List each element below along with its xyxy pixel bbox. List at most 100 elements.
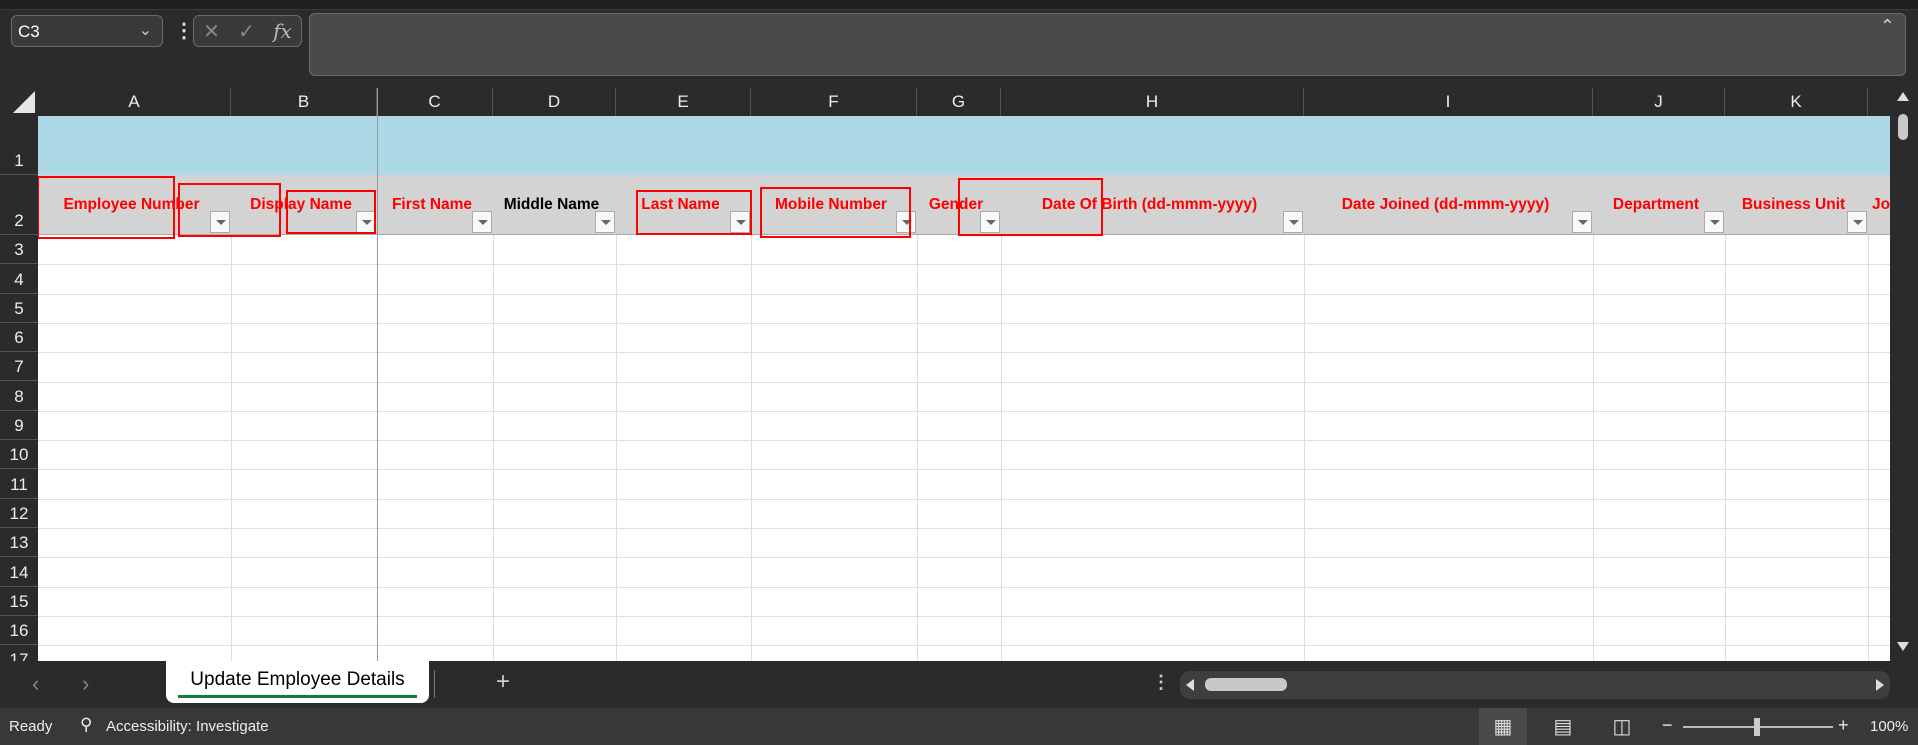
scroll-right-icon[interactable] xyxy=(1876,679,1884,691)
gridline xyxy=(751,235,752,661)
row-header-6[interactable]: 6 xyxy=(0,323,38,353)
scroll-up-icon[interactable] xyxy=(1897,92,1909,101)
gridline xyxy=(38,410,1890,412)
row-header-11[interactable]: 11 xyxy=(0,469,38,499)
highlight-box-f xyxy=(760,187,911,238)
column-header-d[interactable]: D xyxy=(493,88,616,116)
row-header-5[interactable]: 5 xyxy=(0,294,38,323)
filter-dropdown-j[interactable] xyxy=(1704,211,1724,233)
gridline xyxy=(38,528,1890,529)
filter-dropdown-c[interactable] xyxy=(472,211,492,233)
gridline xyxy=(1001,235,1002,661)
gridline xyxy=(38,440,1890,442)
title-band-row-1[interactable] xyxy=(38,116,1890,175)
gridline xyxy=(38,264,1890,266)
zoom-out-button[interactable]: − xyxy=(1662,715,1673,736)
column-header-i[interactable]: I xyxy=(1304,88,1593,116)
title-strip xyxy=(0,0,1918,10)
status-ready: Ready xyxy=(9,718,53,735)
gridline xyxy=(493,235,494,661)
gridline xyxy=(1304,235,1305,661)
header-cell-l[interactable]: Jo xyxy=(1868,175,1890,235)
gridline xyxy=(38,645,1890,647)
row-header-17[interactable]: 17 xyxy=(0,645,38,661)
name-box[interactable]: C3 ⌄ xyxy=(11,15,163,47)
name-box-value: C3 xyxy=(18,22,40,41)
row-header-4[interactable]: 4 xyxy=(0,264,38,294)
gridline xyxy=(38,557,1890,559)
gridline xyxy=(38,293,1890,295)
column-header-j[interactable]: J xyxy=(1593,88,1725,116)
tab-split-handle-icon[interactable]: ⋮ xyxy=(1152,672,1170,693)
zoom-slider-knob[interactable] xyxy=(1754,718,1760,736)
zoom-slider[interactable] xyxy=(1683,718,1833,736)
row-header-7[interactable]: 7 xyxy=(0,352,38,382)
add-sheet-button[interactable]: + xyxy=(496,668,510,696)
gridline xyxy=(1593,235,1594,661)
highlight-box-e xyxy=(636,190,752,235)
formula-input[interactable]: ⌃ xyxy=(309,13,1906,76)
column-header-b[interactable]: B xyxy=(231,88,377,116)
row-header-16[interactable]: 16 xyxy=(0,616,38,646)
highlight-box-a xyxy=(38,176,175,239)
chevron-left-icon[interactable]: ‹ xyxy=(32,671,39,697)
highlight-box-c xyxy=(286,190,376,234)
collapse-formula-bar-icon[interactable]: ⌃ xyxy=(1880,16,1895,37)
row-header-12[interactable]: 12 xyxy=(0,499,38,528)
normal-view-icon[interactable]: ▦ xyxy=(1479,708,1527,745)
gridline xyxy=(1725,235,1726,661)
horizontal-scrollbar[interactable] xyxy=(1180,671,1890,699)
gridline xyxy=(917,235,918,661)
row-header-14[interactable]: 14 xyxy=(0,557,38,587)
filter-dropdown-h[interactable] xyxy=(1283,211,1303,233)
gridline xyxy=(38,381,1890,383)
chevron-down-icon[interactable]: ⌄ xyxy=(139,20,152,40)
sheet-tab-update-employee-details[interactable]: Update Employee Details xyxy=(166,661,429,703)
gridline xyxy=(38,469,1890,471)
row-header-1[interactable]: 1 xyxy=(0,116,38,175)
gridline xyxy=(231,235,232,661)
horizontal-scroll-thumb[interactable] xyxy=(1205,678,1287,691)
gridline xyxy=(1868,235,1869,661)
row-header-2[interactable]: 2 xyxy=(0,175,38,235)
insert-function-icon[interactable]: fx xyxy=(273,19,292,43)
formula-buttons: ✕ ✓ fx xyxy=(193,15,302,47)
cell-grid[interactable]: Employee Number Display Name First Name Mid… xyxy=(38,116,1890,661)
header-cell-i[interactable]: Date Joined (dd-mmm-yyyy) xyxy=(1304,175,1593,235)
row-header-10[interactable]: 10 xyxy=(0,440,38,470)
zoom-in-button[interactable]: + xyxy=(1838,715,1849,736)
column-header-e[interactable]: E xyxy=(616,88,751,116)
highlight-box-b xyxy=(178,183,281,237)
scroll-down-icon[interactable] xyxy=(1897,642,1909,651)
active-tab-indicator xyxy=(178,695,417,698)
accessibility-icon[interactable]: ⚲ xyxy=(80,715,92,735)
column-header-a[interactable]: A xyxy=(38,88,231,116)
vertical-scrollbar[interactable] xyxy=(1890,88,1918,661)
chevron-right-icon[interactable]: › xyxy=(82,671,89,697)
select-all-button[interactable] xyxy=(0,88,38,116)
scroll-left-icon[interactable] xyxy=(1186,679,1194,691)
accessibility-status[interactable]: Accessibility: Investigate xyxy=(106,718,269,735)
page-layout-view-icon[interactable]: ▤ xyxy=(1539,708,1587,745)
row-header-9[interactable]: 9 xyxy=(0,411,38,441)
row-header-3[interactable]: 3 xyxy=(0,235,38,265)
filter-dropdown-k[interactable] xyxy=(1847,211,1867,233)
column-header-k[interactable]: K xyxy=(1725,88,1868,116)
zoom-level[interactable]: 100% xyxy=(1870,718,1908,735)
column-header-f[interactable]: F xyxy=(751,88,917,116)
column-header-g[interactable]: G xyxy=(917,88,1001,116)
gridline xyxy=(38,615,1890,617)
column-header-c[interactable]: C xyxy=(377,88,493,116)
row-header-13[interactable]: 13 xyxy=(0,528,38,558)
column-headers: ABCDEFGHIJK xyxy=(38,88,1890,116)
row-header-8[interactable]: 8 xyxy=(0,382,38,411)
page-break-preview-icon[interactable]: ◫ xyxy=(1598,708,1646,745)
column-header-h[interactable]: H xyxy=(1001,88,1304,116)
row-header-15[interactable]: 15 xyxy=(0,587,38,616)
filter-dropdown-d[interactable] xyxy=(595,211,615,233)
more-options-icon[interactable]: ⋮ xyxy=(174,18,194,43)
filter-dropdown-i[interactable] xyxy=(1572,211,1592,233)
enter-icon[interactable]: ✓ xyxy=(238,19,255,44)
vertical-scroll-thumb[interactable] xyxy=(1898,114,1908,140)
cancel-icon[interactable]: ✕ xyxy=(203,19,220,44)
